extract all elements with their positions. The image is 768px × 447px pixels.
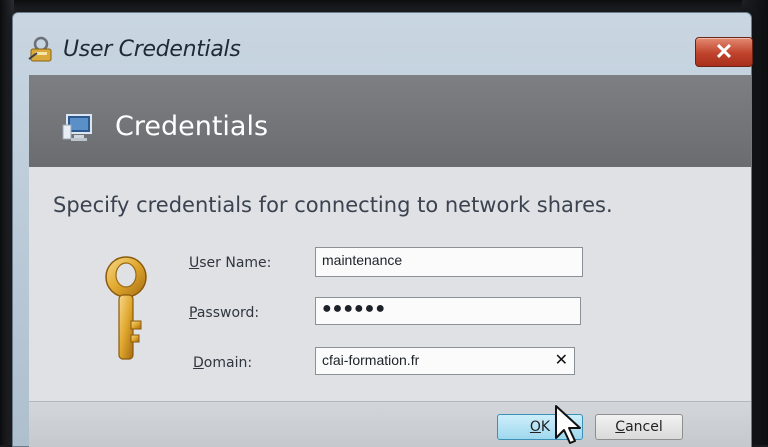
close-button[interactable]: ✕ [695,37,753,67]
user-name-label-accesskey: U [189,255,200,271]
user-name-label-text: ser Name: [199,255,272,271]
domain-label: Domain: [193,355,252,371]
password-input[interactable]: ●●●●●● [315,297,581,325]
dialog-footer: OK Cancel [29,401,751,447]
domain-value: cfai-formation.fr [322,352,420,368]
dialog-content: Credentials Specify credentials for conn… [29,75,751,447]
key-ring-icon [28,36,52,62]
clear-field-icon[interactable]: ✕ [555,351,568,371]
cancel-button-text: ancel [625,419,663,435]
instruction-text: Specify credentials for connecting to ne… [53,193,613,217]
user-credentials-dialog: User Credentials ✕ Credentials Specify c… [12,12,753,447]
title-bar[interactable]: User Credentials ✕ [13,13,753,73]
header-banner: Credentials [29,75,751,167]
domain-input[interactable]: cfai-formation.fr ✕ [315,347,575,375]
close-icon: ✕ [714,39,734,64]
screen-bezel-top [0,0,768,12]
password-value: ●●●●●● [322,300,386,317]
domain-label-accesskey: D [193,355,204,371]
computer-monitor-icon [62,114,92,141]
ok-button-text: K [540,419,551,435]
password-label-accesskey: P [189,305,197,321]
user-name-value: maintenance [322,252,403,268]
user-name-label: User Name: [189,255,271,271]
key-icon [105,256,147,360]
window-title: User Credentials [63,37,241,62]
banner-title: Credentials [115,111,269,142]
cancel-button-accesskey: C [615,419,626,435]
password-label: Password: [189,305,259,321]
password-label-text: assword: [196,305,260,321]
ok-button-accesskey: O [529,419,541,435]
cancel-button[interactable]: Cancel [595,414,683,440]
mouse-pointer-icon [555,405,581,444]
user-name-input[interactable]: maintenance [315,247,583,277]
domain-label-text: omain: [203,355,253,371]
